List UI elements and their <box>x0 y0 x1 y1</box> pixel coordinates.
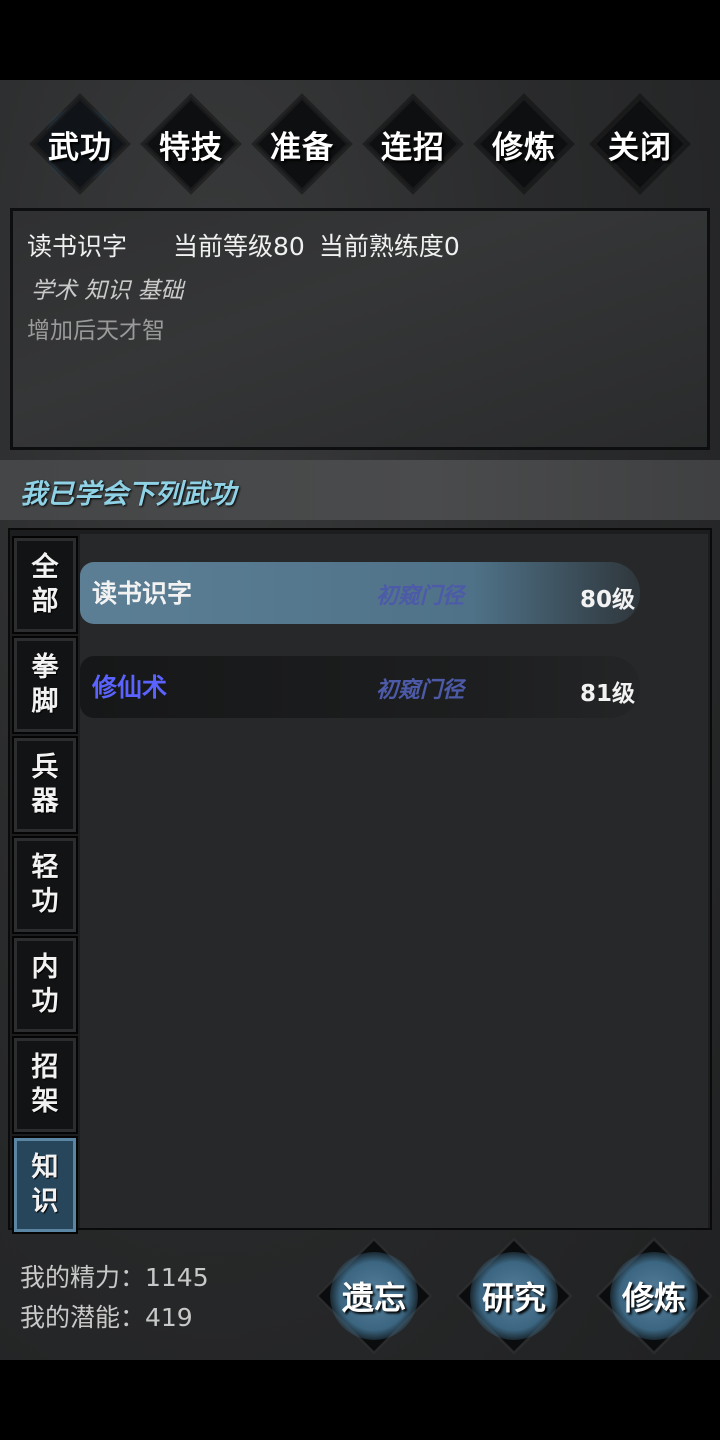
tab-label: 修炼 <box>492 129 556 166</box>
category-label-bottom: 部 <box>31 586 59 617</box>
category-label-top: 知 <box>31 1152 59 1183</box>
tab-label: 关闭 <box>608 129 672 166</box>
category-label-bottom: 架 <box>31 1086 59 1117</box>
research-button[interactable]: 研究 <box>454 1236 574 1356</box>
player-stats: 我的精力：1145 我的潜能：419 <box>20 1258 209 1338</box>
category-inner-power[interactable]: 内 功 <box>12 936 78 1034</box>
skill-realm: 初窥门径 <box>376 677 465 703</box>
tab-label: 准备 <box>270 129 334 166</box>
category-label-bottom: 脚 <box>31 686 59 717</box>
skill-row-immortal-art[interactable]: 修仙术 初窥门径 81级 <box>80 656 640 718</box>
tab-special-skills[interactable]: 特技 <box>141 97 241 191</box>
tab-cultivate[interactable]: 修炼 <box>474 97 574 191</box>
category-fist-kick[interactable]: 拳 脚 <box>12 636 78 734</box>
category-lightness[interactable]: 轻 功 <box>12 836 78 934</box>
skill-level: 81级 <box>580 681 636 707</box>
skill-info-header: 读书识字 当前等级80 当前熟练度0 <box>27 227 460 263</box>
tab-martial-arts[interactable]: 武功 <box>30 97 130 191</box>
category-label-top: 全 <box>31 552 59 583</box>
skill-level: 80级 <box>580 587 636 613</box>
skill-realm: 初窥门径 <box>376 583 465 609</box>
skill-info-panel: 读书识字 当前等级80 当前熟练度0 学术 知识 基础 增加后天才智 <box>10 208 710 450</box>
top-tab-bar: 武功 特技 准备 连招 修炼 关闭 <box>0 80 720 210</box>
tab-label: 武功 <box>48 129 112 166</box>
practice-button-label: 修炼 <box>621 1279 686 1317</box>
forget-button-label: 遗忘 <box>341 1279 406 1317</box>
skills-screen: 武功 特技 准备 连招 修炼 关闭 读书识字 当前等级80 当前熟练度0 学术 知识… <box>0 80 720 1360</box>
skill-info-proficiency: 当前熟练度0 <box>318 232 460 261</box>
skill-list-frame: 全 部 拳 脚 兵 器 轻 功 内 功 招 架 知 识 读书识字 初窥门径 80… <box>8 528 712 1234</box>
category-label-top: 内 <box>31 952 59 983</box>
tab-prepare[interactable]: 准备 <box>252 97 352 191</box>
category-column: 全 部 拳 脚 兵 器 轻 功 内 功 招 架 知 识 <box>12 534 96 1234</box>
category-label-bottom: 识 <box>31 1186 59 1217</box>
category-label-top: 兵 <box>31 752 59 783</box>
navigation-bar-bottom <box>0 1360 720 1440</box>
category-label-bottom: 功 <box>31 986 59 1017</box>
skill-info-tags: 学术 知识 基础 <box>31 278 184 304</box>
skill-list: 读书识字 初窥门径 80级 修仙术 初窥门径 81级 <box>80 534 708 1228</box>
tab-label: 特技 <box>159 129 223 166</box>
practice-button[interactable]: 修炼 <box>594 1236 714 1356</box>
forget-button[interactable]: 遗忘 <box>314 1236 434 1356</box>
tab-close[interactable]: 关闭 <box>590 97 690 191</box>
skill-name: 读书识字 <box>92 579 193 608</box>
skill-info-level: 当前等级80 <box>173 232 305 261</box>
category-label-top: 轻 <box>31 852 59 883</box>
category-label-top: 拳 <box>31 652 59 683</box>
potential-stat: 我的潜能：419 <box>20 1303 193 1332</box>
category-label-top: 招 <box>31 1052 59 1083</box>
skill-info-name: 读书识字 <box>27 232 128 261</box>
energy-stat: 我的精力：1145 <box>20 1263 209 1292</box>
category-all[interactable]: 全 部 <box>12 536 78 634</box>
category-knowledge[interactable]: 知 识 <box>12 1136 78 1234</box>
skill-info-description: 增加后天才智 <box>27 318 165 344</box>
skill-name: 修仙术 <box>92 673 168 702</box>
research-button-label: 研究 <box>481 1279 546 1317</box>
learned-skills-heading: 我已学会下列武功 <box>0 460 720 520</box>
tab-label: 连招 <box>381 129 445 166</box>
learned-skills-heading-text: 我已学会下列武功 <box>20 479 236 510</box>
skill-row-reading[interactable]: 读书识字 初窥门径 80级 <box>80 562 640 624</box>
tab-combo[interactable]: 连招 <box>363 97 463 191</box>
category-label-bottom: 器 <box>31 786 59 817</box>
category-weapon[interactable]: 兵 器 <box>12 736 78 834</box>
status-bar-top <box>0 0 720 80</box>
category-label-bottom: 功 <box>31 886 59 917</box>
category-parry[interactable]: 招 架 <box>12 1036 78 1134</box>
